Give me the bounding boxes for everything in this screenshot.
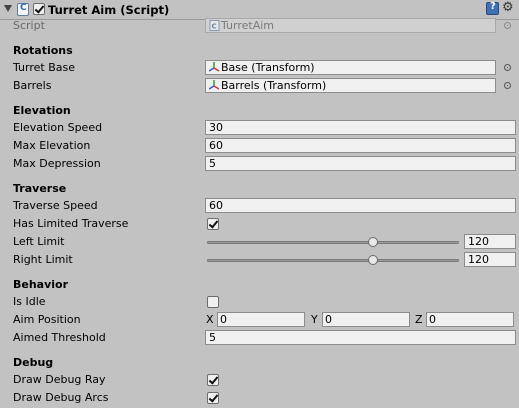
svg-text:C: C	[212, 23, 217, 31]
aimed-threshold-row: Aimed Threshold 5	[0, 329, 519, 347]
script-value: TurretAim	[221, 19, 275, 32]
turret-base-value: Base (Transform)	[221, 61, 315, 74]
object-picker-icon[interactable]	[504, 64, 511, 71]
max-depression-field[interactable]: 5	[205, 156, 516, 171]
has-limited-traverse-checkbox[interactable]	[207, 218, 219, 230]
csharp-script-icon	[17, 3, 29, 16]
gear-icon[interactable]: ⚙	[502, 1, 516, 15]
max-elevation-field[interactable]: 60	[205, 138, 516, 153]
script-row: Script C TurretAim	[0, 17, 519, 35]
transform-icon	[208, 62, 220, 73]
help-icon[interactable]	[486, 1, 499, 15]
section-elevation: Elevation	[13, 104, 71, 117]
aimed-threshold-label: Aimed Threshold	[13, 331, 106, 344]
max-depression-row: Max Depression 5	[0, 155, 519, 173]
max-elevation-label: Max Elevation	[13, 139, 91, 152]
is-idle-label: Is Idle	[13, 295, 46, 308]
max-elevation-row: Max Elevation 60	[0, 137, 519, 155]
barrels-field[interactable]: Barrels (Transform)	[205, 78, 496, 93]
turret-base-label: Turret Base	[13, 61, 75, 74]
left-limit-field[interactable]: 120	[464, 234, 516, 249]
left-limit-label: Left Limit	[13, 235, 65, 248]
script-field: C TurretAim	[205, 18, 496, 33]
section-debug: Debug	[13, 356, 54, 369]
right-limit-field[interactable]: 120	[464, 252, 516, 267]
draw-debug-arcs-label: Draw Debug Arcs	[13, 391, 109, 404]
traverse-speed-label: Traverse Speed	[13, 199, 98, 212]
draw-debug-ray-label: Draw Debug Ray	[13, 373, 106, 386]
draw-debug-arcs-row: Draw Debug Arcs	[0, 389, 519, 407]
turret-base-field[interactable]: Base (Transform)	[205, 60, 496, 75]
transform-icon	[208, 80, 220, 91]
right-limit-slider-track[interactable]	[207, 259, 459, 262]
traverse-speed-row: Traverse Speed 60	[0, 197, 519, 215]
aim-position-y-label: Y	[311, 313, 318, 326]
is-idle-checkbox[interactable]	[207, 296, 219, 308]
script-picker-icon	[504, 22, 511, 29]
right-limit-row: Right Limit 120	[0, 251, 519, 269]
script-asset-icon: C	[209, 20, 220, 31]
has-limited-traverse-row: Has Limited Traverse	[0, 215, 519, 233]
left-limit-slider-thumb[interactable]	[368, 237, 378, 247]
max-depression-label: Max Depression	[13, 157, 101, 170]
left-limit-slider-track[interactable]	[207, 241, 459, 244]
is-idle-row: Is Idle	[0, 293, 519, 311]
script-label: Script	[13, 19, 45, 32]
component-enabled-checkbox[interactable]	[33, 3, 45, 15]
aim-position-y-field[interactable]: 0	[322, 312, 410, 327]
section-rotations: Rotations	[13, 44, 73, 57]
aim-position-z-field[interactable]: 0	[426, 312, 514, 327]
foldout-arrow-icon[interactable]	[4, 5, 12, 12]
aim-position-z-label: Z	[415, 313, 423, 326]
turret-base-row: Turret Base Base (Transform)	[0, 59, 519, 77]
section-behavior: Behavior	[13, 278, 69, 291]
aim-position-x-label: X	[206, 313, 214, 326]
left-limit-row: Left Limit 120	[0, 233, 519, 251]
draw-debug-ray-checkbox[interactable]	[207, 374, 219, 386]
aim-position-label: Aim Position	[13, 313, 81, 326]
draw-debug-ray-row: Draw Debug Ray	[0, 371, 519, 389]
aimed-threshold-field[interactable]: 5	[205, 330, 516, 345]
aim-position-row: Aim Position X 0 Y 0 Z 0	[0, 311, 519, 329]
has-limited-traverse-label: Has Limited Traverse	[13, 217, 129, 230]
barrels-row: Barrels Barrels (Transform)	[0, 77, 519, 95]
right-limit-slider-thumb[interactable]	[368, 255, 378, 265]
section-traverse: Traverse	[13, 182, 67, 195]
barrels-label: Barrels	[13, 79, 52, 92]
object-picker-icon[interactable]	[504, 82, 511, 89]
inspector-panel: Turret Aim (Script) ⚙ Script C TurretAim…	[0, 0, 519, 408]
elevation-speed-row: Elevation Speed 30	[0, 119, 519, 137]
right-limit-label: Right Limit	[13, 253, 73, 266]
elevation-speed-label: Elevation Speed	[13, 121, 103, 134]
aim-position-x-field[interactable]: 0	[217, 312, 305, 327]
elevation-speed-field[interactable]: 30	[205, 120, 516, 135]
traverse-speed-field[interactable]: 60	[205, 198, 516, 213]
draw-debug-arcs-checkbox[interactable]	[207, 392, 219, 404]
component-title: Turret Aim (Script)	[48, 3, 170, 17]
barrels-value: Barrels (Transform)	[221, 79, 327, 92]
